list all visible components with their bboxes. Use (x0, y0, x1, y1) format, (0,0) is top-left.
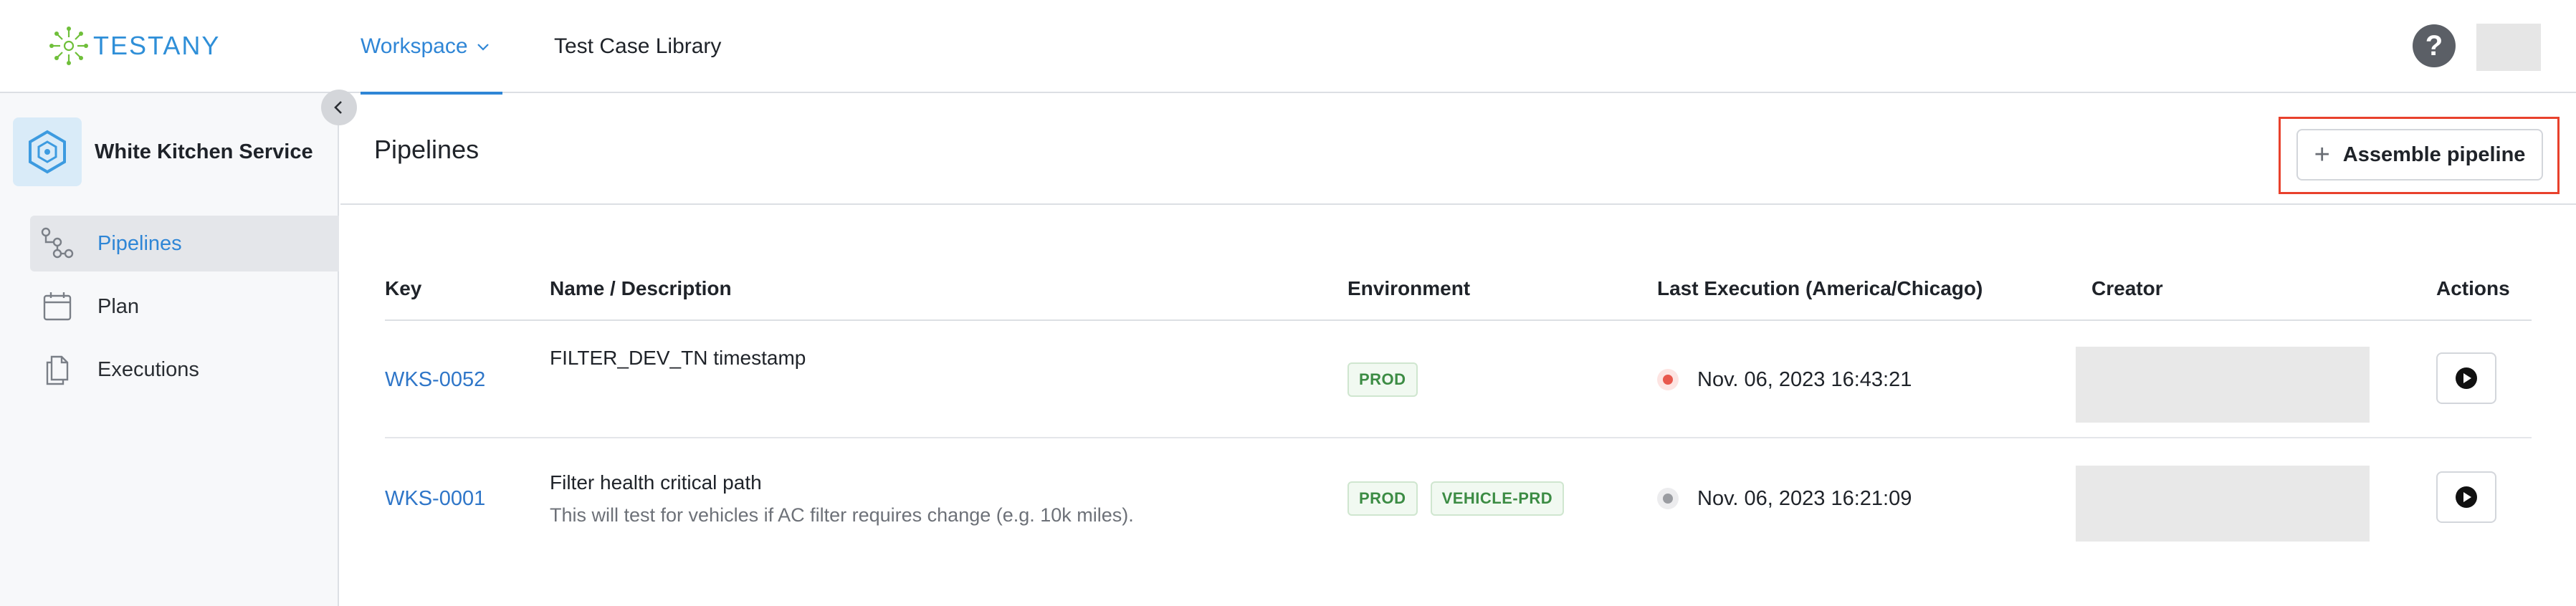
pipeline-name: FILTER_DEV_TN timestamp (550, 347, 806, 369)
status-indicator (1657, 369, 1679, 390)
table-row: WKS-0052 FILTER_DEV_TN timestamp PROD No… (385, 321, 2532, 438)
run-pipeline-button[interactable] (2436, 352, 2496, 404)
assemble-pipeline-button[interactable]: + Assemble pipeline (2296, 129, 2543, 181)
column-header-environment: Environment (1347, 277, 1471, 299)
chevron-left-icon (334, 101, 342, 114)
pipeline-name: Filter health critical path (550, 471, 762, 494)
nav-tab-library-label: Test Case Library (554, 34, 722, 58)
play-icon (2456, 367, 2477, 389)
column-header-name: Name / Description (550, 277, 732, 299)
logo-text: TESTANY (93, 31, 221, 60)
environment-tag: VEHICLE-PRD (1430, 481, 1565, 516)
pipeline-key-link[interactable]: WKS-0052 (385, 368, 485, 392)
plus-icon: + (2314, 140, 2330, 170)
run-pipeline-button[interactable] (2436, 471, 2496, 523)
column-header-last-execution: Last Execution (America/Chicago) (1657, 277, 1983, 299)
sidebar-item-pipelines[interactable]: Pipelines (30, 216, 339, 271)
creator-avatar-placeholder (2076, 347, 2370, 423)
name-cell: FILTER_DEV_TN timestamp (550, 321, 806, 438)
pipeline-key-link[interactable]: WKS-0001 (385, 487, 485, 511)
sidebar-item-label: Pipelines (97, 231, 182, 255)
nav-tab-workspace-label: Workspace (361, 34, 468, 58)
copy-files-icon (37, 350, 77, 390)
key-cell: WKS-0001 (385, 440, 485, 557)
last-execution-time: Nov. 06, 2023 16:43:21 (1697, 367, 1912, 391)
sidebar-item-label: Executions (97, 357, 199, 381)
logo[interactable]: TESTANY (49, 24, 220, 67)
assemble-pipeline-label: Assemble pipeline (2342, 143, 2526, 166)
creator-avatar-placeholder (2076, 466, 2370, 542)
page-header: Pipelines + Assemble pipeline (340, 95, 2576, 205)
environment-cell: PROD VEHICLE-PRD (1347, 440, 1577, 557)
chevron-down-icon (477, 44, 489, 51)
sidebar-item-label: Plan (97, 294, 140, 318)
testany-logo-icon (49, 27, 88, 65)
sidebar-collapse-button[interactable] (321, 90, 357, 125)
nav-tab-test-case-library[interactable]: Test Case Library (554, 0, 721, 93)
environment-tag: PROD (1347, 362, 1418, 397)
table-row: WKS-0001 Filter health critical path Thi… (385, 440, 2532, 557)
nav-tab-workspace[interactable]: Workspace (361, 0, 502, 95)
column-header-actions: Actions (2436, 277, 2510, 299)
page-title: Pipelines (374, 135, 480, 164)
sidebar-item-plan[interactable]: Plan (30, 279, 339, 335)
project-hexagon-icon (13, 117, 82, 186)
play-icon (2456, 486, 2477, 508)
key-cell: WKS-0052 (385, 321, 485, 438)
sidebar-item-executions[interactable]: Executions (30, 342, 339, 398)
name-cell: Filter health critical path This will te… (550, 440, 1134, 557)
user-avatar[interactable] (2476, 24, 2541, 71)
environment-tag: PROD (1347, 481, 1418, 516)
column-header-creator: Creator (2091, 277, 2163, 299)
top-navigation-bar: TESTANY Workspace Test Case Library ? (0, 0, 2576, 95)
project-name: White Kitchen Service (95, 140, 313, 163)
environment-cell: PROD (1347, 321, 1431, 438)
last-execution-cell: Nov. 06, 2023 16:21:09 (1657, 440, 1912, 557)
project-header: White Kitchen Service (13, 117, 313, 186)
calendar-icon (37, 287, 77, 327)
help-icon[interactable]: ? (2413, 24, 2456, 67)
sidebar: White Kitchen Service Pipelines Plan Exe… (0, 93, 339, 606)
last-execution-time: Nov. 06, 2023 16:21:09 (1697, 486, 1912, 510)
last-execution-cell: Nov. 06, 2023 16:43:21 (1657, 321, 1912, 438)
pipeline-description: This will test for vehicles if AC filter… (550, 504, 1134, 526)
column-header-key: Key (385, 277, 422, 299)
status-indicator (1657, 488, 1679, 509)
pipeline-icon (37, 223, 77, 264)
